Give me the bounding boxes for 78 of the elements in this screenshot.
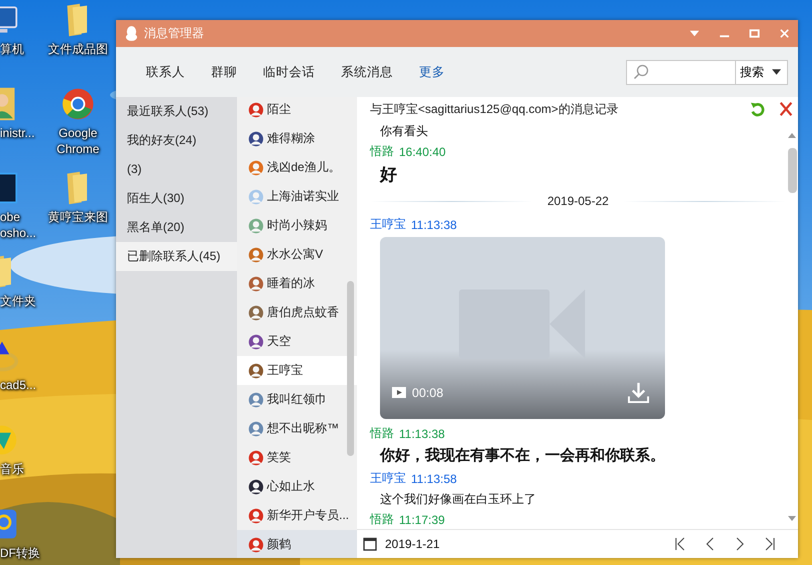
search-field[interactable] (626, 60, 736, 84)
contact-item[interactable]: 难得糊涂 (237, 124, 357, 153)
scroll-up-icon[interactable] (788, 133, 796, 138)
contact-item[interactable]: 颜鹤 (237, 530, 357, 558)
icon-label: 文件夹 (0, 293, 37, 309)
tab[interactable]: 系统消息 (329, 64, 405, 80)
message-time: 11:13:58 (411, 472, 457, 486)
contact-item[interactable]: 上海油诺实业 (237, 182, 357, 211)
dropdown-icon[interactable] (689, 28, 700, 39)
message-text: 好 (378, 164, 398, 186)
icon-label: 文件成品图 (47, 41, 109, 57)
icon-label: 黄哼宝来图 (47, 209, 109, 225)
category-item[interactable]: 黑名单(20) (116, 213, 237, 242)
contact-item[interactable]: 笑笑 (237, 443, 357, 472)
calendar-icon[interactable] (363, 537, 377, 551)
date-separator: 2019-05-22 (547, 194, 609, 208)
contact-item[interactable]: 水水公寓V (237, 240, 357, 269)
contact-item[interactable]: 时尚小辣妈 (237, 211, 357, 240)
video-duration: 00:08 (412, 386, 444, 400)
contact-item[interactable]: 想不出昵称™ (237, 414, 357, 443)
sender-name: 王哼宝 (370, 216, 406, 233)
close-icon[interactable] (779, 28, 790, 39)
conversation-title: 与王哼宝<sagittarius125@qq.com>的消息记录 (370, 100, 618, 118)
contact-item[interactable]: 我叫红领巾 (237, 385, 357, 414)
sender-name: 王哼宝 (370, 470, 406, 487)
download-icon[interactable] (627, 381, 650, 404)
window-title: 消息管理器 (144, 25, 204, 42)
scrollbar-thumb[interactable] (347, 281, 354, 456)
icon-label: obe osho... (0, 209, 38, 241)
sender-name: 悟路 (370, 143, 394, 160)
sender-name: 悟路 (370, 511, 394, 528)
contact-item[interactable]: 睡着的冰 (237, 269, 357, 298)
icon-label: inistr... (0, 125, 36, 141)
delete-icon[interactable] (778, 101, 794, 117)
contact-item[interactable]: 陌尘 (237, 97, 357, 124)
first-page-icon[interactable] (674, 537, 686, 551)
caret-icon (772, 69, 781, 75)
scroll-down-icon[interactable] (788, 516, 796, 521)
contact-item[interactable]: 心如止水 (237, 472, 357, 501)
category-item[interactable]: 已删除联系人(45) (116, 242, 237, 271)
contact-item[interactable]: 浅凶de渔儿。 (237, 153, 357, 182)
message-time: 11:13:38 (411, 218, 457, 232)
icon-label: DF转换 (0, 545, 41, 561)
last-page-icon[interactable] (764, 537, 776, 551)
message-time: 16:40:40 (399, 144, 446, 158)
previous-page-icon[interactable] (704, 537, 716, 551)
search-icon (633, 64, 649, 80)
contact-item[interactable]: 新华开户专员... (237, 501, 357, 530)
search-button[interactable]: 搜索 (736, 60, 788, 84)
message-time: 11:13:38 (399, 426, 445, 440)
penguin-icon (125, 26, 138, 41)
icon-label: cad5... (0, 377, 38, 393)
contact-item[interactable]: 唐伯虎点蚊香 (237, 298, 357, 327)
date-field[interactable]: 2019-1-21 (385, 537, 440, 551)
category-item[interactable]: 最近联系人(53) (116, 97, 237, 126)
tab[interactable]: 联系人 (134, 64, 197, 80)
icon-label: 音乐 (0, 461, 25, 477)
sender-name: 悟路 (370, 425, 394, 442)
category-item[interactable]: (3) (116, 155, 237, 184)
contact-item[interactable]: 天空 (237, 327, 357, 356)
tab[interactable]: 群聊 (199, 64, 249, 80)
message-text: 你好，我现在有事不在，一会再和你联系。 (378, 446, 666, 466)
category-item[interactable]: 陌生人(30) (116, 184, 237, 213)
contact-item[interactable]: 王哼宝 (237, 356, 357, 385)
play-icon[interactable] (392, 387, 406, 398)
message-text: 这个我们好像画在白玉环上了 (379, 491, 537, 508)
browser-icon[interactable] (60, 86, 96, 122)
message-text: 你有看头 (379, 123, 429, 140)
next-page-icon[interactable] (734, 537, 746, 551)
refresh-icon[interactable] (750, 101, 766, 117)
maximize-icon[interactable] (749, 28, 760, 39)
tab[interactable]: 临时会话 (251, 64, 327, 80)
category-item[interactable]: 我的好友(24) (116, 126, 237, 155)
message-time: 11:17:39 (399, 512, 445, 526)
icon-label: 算机 (0, 41, 25, 57)
icon-label: Google Chrome (56, 125, 100, 157)
more-link[interactable]: 更多 (407, 64, 457, 80)
scrollbar-thumb[interactable] (788, 148, 796, 193)
